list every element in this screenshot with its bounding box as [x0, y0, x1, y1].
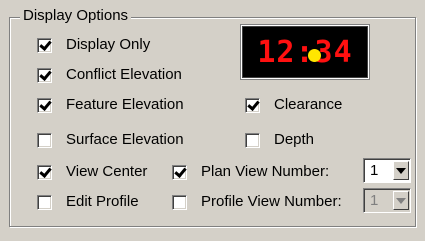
- view-center-box[interactable]: [37, 164, 52, 180]
- feature-elevation-label: Feature Elevation: [66, 96, 184, 113]
- depth-box[interactable]: [245, 132, 260, 148]
- conflict-elevation-box[interactable]: [37, 67, 52, 83]
- profile-view-number-dropdown[interactable]: 1: [363, 188, 411, 213]
- plan-view-number-box[interactable]: [172, 164, 187, 180]
- edit-profile-label: Edit Profile: [66, 193, 139, 210]
- view-center-checkbox[interactable]: View Center: [37, 163, 147, 181]
- feature-elevation-box[interactable]: [37, 97, 52, 113]
- display-only-box[interactable]: [37, 37, 52, 53]
- clearance-label: Clearance: [274, 96, 343, 113]
- depth-checkbox[interactable]: Depth: [245, 131, 314, 149]
- surface-elevation-box[interactable]: [37, 132, 52, 148]
- plan-view-number-label: Plan View Number:: [201, 163, 330, 180]
- clock-indicator-dot: [308, 48, 322, 62]
- chevron-down-icon: [396, 167, 406, 174]
- plan-view-number-value: 1: [370, 161, 379, 179]
- group-title: Display Options: [20, 7, 132, 25]
- profile-view-dropdown-button[interactable]: [393, 191, 409, 210]
- clock-digits: 12:34: [257, 34, 353, 70]
- surface-elevation-checkbox[interactable]: Surface Elevation: [37, 131, 184, 149]
- display-only-checkbox[interactable]: Display Only: [37, 36, 150, 54]
- chevron-down-icon: [396, 197, 406, 204]
- plan-view-dropdown-button[interactable]: [393, 161, 409, 180]
- surface-elevation-label: Surface Elevation: [66, 131, 184, 148]
- profile-view-number-label: Profile View Number:: [201, 193, 342, 210]
- depth-label: Depth: [274, 131, 315, 148]
- edit-profile-checkbox[interactable]: Edit Profile: [37, 193, 139, 211]
- profile-view-number-checkbox[interactable]: Profile View Number:: [172, 193, 342, 211]
- plan-view-number-checkbox[interactable]: Plan View Number:: [172, 163, 329, 181]
- profile-view-number-value: 1: [370, 191, 379, 209]
- feature-elevation-checkbox[interactable]: Feature Elevation: [37, 96, 184, 114]
- edit-profile-box[interactable]: [37, 194, 52, 210]
- clearance-checkbox[interactable]: Clearance: [245, 96, 342, 114]
- clock-display: 12:34: [241, 25, 369, 79]
- display-only-label: Display Only: [66, 36, 151, 53]
- conflict-elevation-checkbox[interactable]: Conflict Elevation: [37, 66, 182, 84]
- profile-view-number-box[interactable]: [172, 194, 187, 210]
- conflict-elevation-label: Conflict Elevation: [66, 66, 182, 83]
- view-center-label: View Center: [66, 163, 148, 180]
- clearance-box[interactable]: [245, 97, 260, 113]
- plan-view-number-dropdown[interactable]: 1: [363, 158, 411, 183]
